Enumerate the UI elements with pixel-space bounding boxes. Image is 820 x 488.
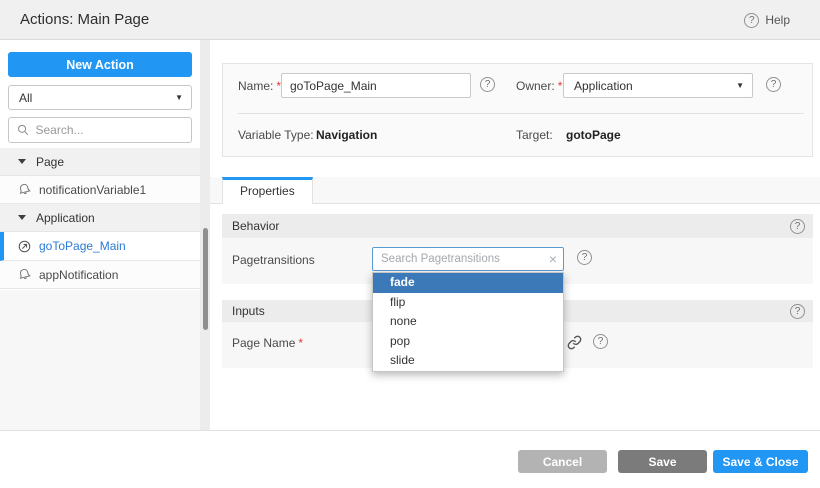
sidebar-filler [0, 290, 200, 430]
dropdown-option-flip[interactable]: flip [373, 293, 563, 313]
required-asterisk: * [298, 336, 303, 350]
behavior-title: Behavior [232, 219, 790, 233]
pagetransitions-search-input[interactable] [375, 253, 549, 265]
actions-editor-window: Actions: Main Page ? Help New Action All… [0, 0, 820, 488]
tree-item-label: notificationVariable1 [39, 183, 146, 197]
pagetransitions-help-icon[interactable]: ? [577, 250, 592, 265]
owner-help-icon[interactable]: ? [766, 77, 781, 92]
pagetransitions-dropdown: fade flip none pop slide [372, 272, 564, 372]
tab-properties[interactable]: Properties [222, 177, 313, 204]
titlebar: Actions: Main Page ? Help [0, 0, 820, 40]
name-input[interactable] [281, 73, 471, 98]
tree-group-label: Application [36, 211, 95, 225]
target-value: gotoPage [566, 128, 621, 142]
name-help-icon[interactable]: ? [480, 77, 495, 92]
name-label: Name:* [238, 79, 281, 93]
tree-group-label: Page [36, 155, 64, 169]
dropdown-option-fade[interactable]: fade [373, 273, 563, 293]
filter-select[interactable]: All ▼ [8, 85, 192, 110]
tree-item-notificationvariable1[interactable]: notificationVariable1 [0, 176, 200, 204]
tree-item-appnotification[interactable]: appNotification [0, 261, 200, 289]
inputs-help-icon[interactable]: ? [790, 304, 805, 319]
save-and-close-button[interactable]: Save & Close [713, 450, 808, 473]
filter-select-value: All [19, 91, 175, 105]
tree-item-label: goToPage_Main [39, 239, 126, 253]
new-action-button[interactable]: New Action [8, 52, 192, 77]
scrollbar-thumb[interactable] [203, 228, 208, 330]
page-name-label: Page Name* [232, 336, 303, 350]
tree-item-label: appNotification [39, 268, 118, 282]
chevron-down-icon [18, 215, 26, 220]
search-icon [17, 123, 29, 137]
help-icon: ? [744, 13, 759, 28]
clear-icon[interactable]: × [549, 252, 557, 266]
chevron-down-icon: ▼ [175, 94, 183, 102]
cancel-button[interactable]: Cancel [518, 450, 607, 473]
notification-icon [17, 267, 32, 282]
action-tree: Page notificationVariable1 Application g… [0, 148, 200, 289]
owner-select[interactable]: Application ▼ [563, 73, 753, 98]
variable-type-label: Variable Type: [238, 128, 314, 142]
navigation-icon [17, 239, 32, 254]
required-asterisk: * [558, 79, 563, 93]
sidebar-search-input[interactable] [35, 123, 185, 137]
dropdown-option-slide[interactable]: slide [373, 351, 563, 371]
variable-type-value: Navigation [316, 128, 377, 142]
sidebar-search[interactable] [8, 117, 192, 143]
footer-bar: Cancel Save Save & Close [0, 430, 820, 488]
tab-bar: Properties [210, 177, 820, 204]
link-icon[interactable] [567, 335, 582, 350]
dropdown-option-none[interactable]: none [373, 312, 563, 332]
page-name-help-icon[interactable]: ? [593, 334, 608, 349]
chevron-down-icon: ▼ [736, 82, 744, 90]
behavior-section-header: Behavior ? [222, 214, 813, 238]
action-summary-panel: Name:* ? Owner:* Application ▼ ? Variabl… [222, 63, 813, 157]
tree-group-application[interactable]: Application [0, 204, 200, 232]
behavior-help-icon[interactable]: ? [790, 219, 805, 234]
help-button[interactable]: ? Help [744, 0, 790, 40]
pagetransitions-label: Pagetransitions [232, 253, 315, 267]
owner-select-value: Application [574, 79, 736, 93]
notification-icon [17, 182, 32, 197]
save-button[interactable]: Save [618, 450, 707, 473]
sidebar: New Action All ▼ Page notificationVariab… [0, 40, 200, 430]
owner-label: Owner:* [516, 79, 562, 93]
page-title: Actions: Main Page [20, 0, 149, 40]
pagetransitions-combobox[interactable]: × [372, 247, 564, 271]
tree-group-page[interactable]: Page [0, 148, 200, 176]
panel-divider [238, 113, 804, 114]
dropdown-option-pop[interactable]: pop [373, 332, 563, 352]
help-label: Help [765, 13, 790, 27]
sidebar-scrollbar[interactable] [200, 40, 210, 430]
chevron-down-icon [18, 159, 26, 164]
tree-item-gotopage-main[interactable]: goToPage_Main [0, 232, 200, 261]
target-label: Target: [516, 128, 553, 142]
